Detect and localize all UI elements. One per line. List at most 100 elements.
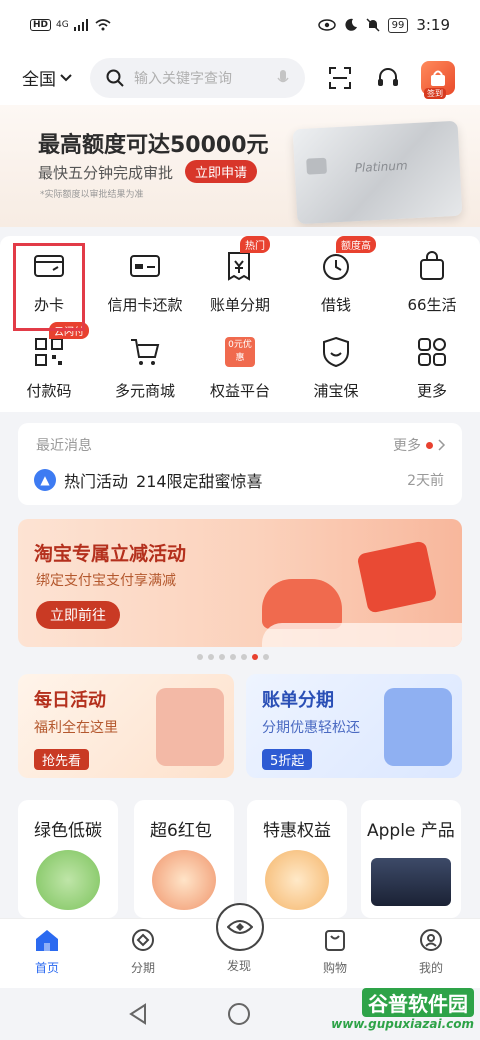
- card-repay-icon: [130, 255, 160, 277]
- high-limit-badge: 额度高: [336, 236, 376, 253]
- bill-installment-card[interactable]: 账单分期 分期优惠轻松还 5折起: [246, 674, 462, 778]
- daily-activity-card[interactable]: 每日活动 福利全在这里 抢先看: [18, 674, 234, 778]
- microphone-icon[interactable]: [277, 69, 289, 87]
- promo-title: 淘宝专属立减活动: [34, 543, 187, 565]
- grid-label: 付款码: [26, 382, 72, 400]
- eye-icon: [317, 19, 336, 31]
- tile-label: Apple 产品: [367, 821, 455, 841]
- credit-banner[interactable]: 最高额度可达50000元 最快五分钟完成审批 立即申请 *实际额度以审批结果为准…: [0, 105, 480, 227]
- grid-label: 多元商城: [114, 382, 175, 400]
- zero-yuan-coupon-icon: 0元优惠: [225, 337, 255, 367]
- banner-note: *实际额度以审批结果为准: [40, 190, 144, 200]
- grid-item-borrow[interactable]: 额度高 借钱: [290, 236, 382, 316]
- grid-label: 66生活: [407, 296, 457, 314]
- scan-icon[interactable]: [327, 65, 353, 91]
- daily-title: 每日活动: [34, 690, 106, 711]
- carousel-dot: [241, 654, 247, 660]
- tab-shopping[interactable]: 购物: [305, 927, 365, 976]
- recent-messages[interactable]: 最近消息 更多 ▲ 热门活动 214限定甜蜜惊喜 2天前: [18, 423, 462, 505]
- signal-icon: [73, 19, 88, 31]
- watermark-url: www.gupuxiazai.com: [331, 1017, 474, 1031]
- messages-title: 最近消息: [36, 438, 92, 454]
- grid-item-payment-code[interactable]: 云闪付 付款码: [3, 322, 95, 402]
- tab-label: 我的: [418, 961, 443, 975]
- shopping-bag-icon: [325, 930, 345, 951]
- tile-green-low-carbon[interactable]: 绿色低碳: [18, 800, 118, 918]
- watermark-title: 谷普软件园: [362, 988, 474, 1017]
- shield-icon: [323, 336, 349, 368]
- grid-item-bill-installment[interactable]: 热门 账单分期: [194, 236, 286, 316]
- preview-button[interactable]: 抢先看: [34, 749, 90, 770]
- promo-subtitle: 绑定支付宝支付享满减: [36, 573, 176, 589]
- go-now-button[interactable]: 立即前往: [36, 601, 120, 629]
- hot-badge: 热门: [240, 236, 270, 253]
- tile-label: 绿色低碳: [34, 821, 102, 841]
- grid-item-rights-platform[interactable]: 0元优惠 权益平台: [194, 322, 286, 402]
- wifi-icon: [95, 19, 111, 31]
- system-nav-bar: 谷普软件园 www.gupuxiazai.com: [0, 988, 480, 1040]
- eye-diamond-icon: [227, 920, 253, 934]
- apply-now-button[interactable]: 立即申请: [185, 160, 258, 183]
- home-icon: [36, 930, 58, 951]
- carousel-dot: [263, 654, 269, 660]
- flame-icon: ▲: [34, 469, 56, 491]
- calendar-illustration: [156, 688, 224, 766]
- tile-apple-products[interactable]: Apple 产品: [361, 800, 461, 918]
- back-icon[interactable]: [128, 1003, 148, 1025]
- tile-special-rights[interactable]: 特惠权益: [247, 800, 347, 918]
- home-nav-icon[interactable]: [228, 1003, 250, 1025]
- carousel-indicator: [197, 654, 269, 660]
- promo-decoration: [262, 579, 342, 629]
- grid-label: 借钱: [320, 296, 351, 314]
- shopping-bag-icon: [420, 251, 444, 280]
- message-tag: 热门活动: [64, 472, 129, 491]
- tile-label: 特惠权益: [263, 821, 331, 841]
- grid-label: 浦宝保: [313, 382, 359, 400]
- discount-button[interactable]: 5折起: [262, 749, 313, 770]
- devices-icon: [371, 858, 451, 906]
- cart-icon: [131, 339, 160, 365]
- tab-label: 购物: [322, 961, 347, 975]
- message-text: 214限定甜蜜惊喜: [136, 472, 263, 491]
- customer-service-icon[interactable]: [375, 65, 401, 91]
- taobao-promo-banner[interactable]: 淘宝专属立减活动 绑定支付宝支付享满减 立即前往: [18, 519, 462, 647]
- checkin-tag: 签到: [424, 87, 446, 99]
- rabbit-icon: [152, 850, 216, 910]
- checkin-avatar[interactable]: 签到: [421, 60, 455, 99]
- leaf-icon: [36, 850, 100, 910]
- grid-item-mall[interactable]: 多元商城: [99, 322, 191, 402]
- gift-icon: [265, 850, 329, 910]
- messages-more-link[interactable]: 更多: [393, 435, 446, 455]
- message-row[interactable]: ▲ 热门活动 214限定甜蜜惊喜 2天前: [34, 468, 444, 492]
- grid-label: 账单分期: [209, 296, 270, 314]
- tab-discover[interactable]: 发现: [209, 957, 269, 974]
- carousel-dot: [219, 654, 225, 660]
- red-envelope-decoration: [356, 540, 438, 614]
- top-header: 全国 输入关键字查询 签到: [0, 50, 480, 105]
- more-label: 更多: [393, 438, 421, 454]
- grid-label: 权益平台: [209, 382, 270, 400]
- grid-item-more[interactable]: 更多: [386, 322, 478, 402]
- battery-icon: 99: [387, 17, 409, 33]
- message-time: 2天前: [407, 473, 444, 489]
- credit-card-image: Platinum: [292, 120, 463, 225]
- promo-decoration: [262, 623, 462, 647]
- carousel-dot: [208, 654, 214, 660]
- hd-indicator: HD: [30, 19, 52, 31]
- tab-label: 发现: [226, 959, 251, 973]
- bill-subtitle: 分期优惠轻松还: [262, 720, 360, 736]
- carousel-dot: [197, 654, 203, 660]
- city-selector[interactable]: 全国: [22, 65, 72, 90]
- tab-home[interactable]: 首页: [17, 927, 77, 976]
- grid-item-insurance[interactable]: 浦宝保: [290, 322, 382, 402]
- moon-icon: [345, 18, 357, 31]
- grid-item-card-repay[interactable]: 信用卡还款: [99, 236, 191, 316]
- search-input[interactable]: 输入关键字查询: [90, 57, 305, 98]
- tab-mine[interactable]: 我的: [401, 927, 461, 976]
- card-chip: [306, 157, 327, 175]
- grid-item-66-life[interactable]: 66生活: [386, 236, 478, 316]
- unread-dot: [426, 441, 433, 449]
- tab-installment[interactable]: 分期: [113, 927, 173, 976]
- tile-red-packet[interactable]: 超6红包: [134, 800, 234, 918]
- discover-button[interactable]: [216, 903, 264, 951]
